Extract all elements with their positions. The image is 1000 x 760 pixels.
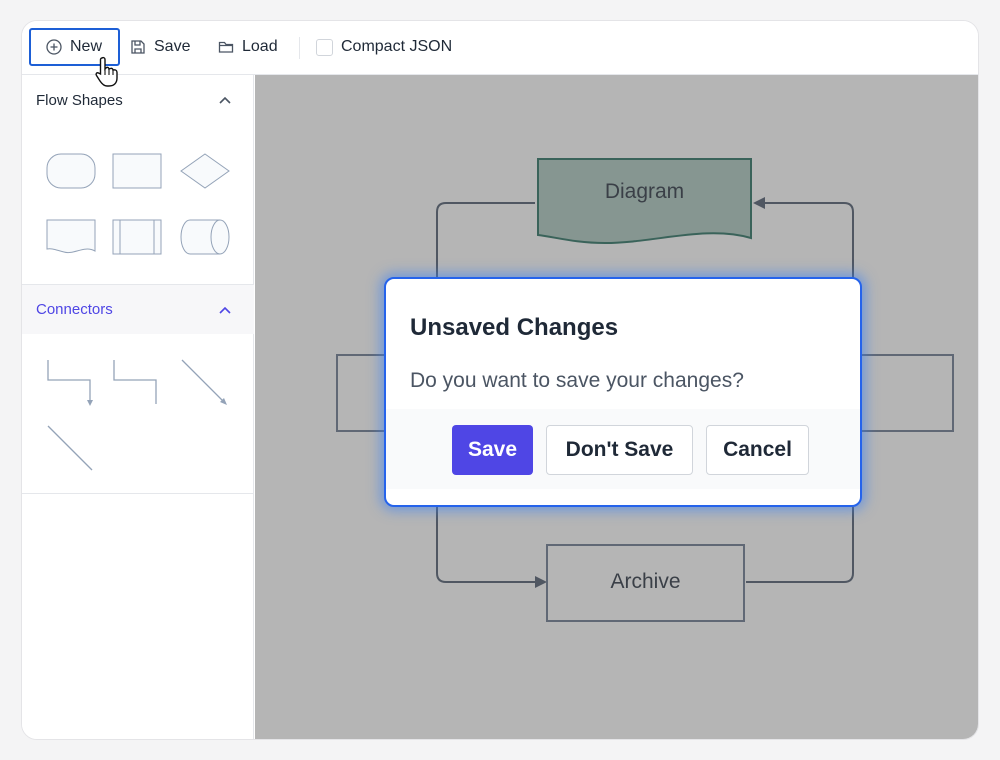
app-window: New Save Load Compact JSON Flow Shapes C… bbox=[21, 20, 979, 740]
terminator-shape[interactable] bbox=[44, 149, 98, 193]
straight-line-connector[interactable] bbox=[44, 424, 98, 474]
toolbar: New Save Load Compact JSON bbox=[22, 21, 978, 75]
connectors-header[interactable]: Connectors bbox=[22, 284, 254, 334]
dont-save-button[interactable]: Don't Save bbox=[546, 425, 693, 475]
flow-shapes-title: Flow Shapes bbox=[36, 91, 123, 109]
flow-shapes-grid bbox=[22, 145, 254, 265]
unsaved-changes-dialog: Unsaved Changes Do you want to save your… bbox=[384, 277, 862, 507]
process-shape[interactable] bbox=[110, 149, 164, 193]
predefined-process-shape[interactable] bbox=[110, 215, 164, 259]
chevron-up-icon[interactable] bbox=[218, 305, 232, 315]
cylinder-shape[interactable] bbox=[178, 215, 232, 259]
floppy-disk-icon bbox=[131, 40, 145, 54]
chevron-up-icon[interactable] bbox=[218, 95, 232, 105]
dialog-save-button[interactable]: Save bbox=[452, 425, 533, 475]
connectors-grid bbox=[22, 334, 254, 494]
dialog-title: Unsaved Changes bbox=[410, 314, 619, 341]
document-shape[interactable] bbox=[44, 215, 98, 259]
load-button[interactable]: Load bbox=[218, 28, 278, 66]
load-button-label: Load bbox=[242, 38, 278, 55]
flow-shapes-header[interactable]: Flow Shapes bbox=[22, 75, 254, 125]
straight-arrow-connector[interactable] bbox=[178, 358, 232, 408]
dialog-footer: Save Don't Save Cancel bbox=[386, 409, 860, 489]
cancel-button[interactable]: Cancel bbox=[706, 425, 809, 475]
dialog-message: Do you want to save your changes? bbox=[410, 369, 744, 392]
decision-shape[interactable] bbox=[178, 149, 232, 193]
toolbar-divider bbox=[299, 37, 300, 59]
hand-cursor-icon bbox=[95, 56, 118, 87]
save-button[interactable]: Save bbox=[130, 28, 190, 66]
compact-json-toggle[interactable]: Compact JSON bbox=[316, 28, 452, 66]
elbow-arrow-connector[interactable] bbox=[44, 358, 98, 408]
connectors-title: Connectors bbox=[36, 301, 113, 318]
shape-library-sidebar: Flow Shapes Connectors bbox=[22, 75, 254, 739]
plus-circle-icon bbox=[46, 39, 62, 55]
compact-json-checkbox[interactable] bbox=[316, 38, 333, 56]
elbow-connector[interactable] bbox=[110, 358, 164, 408]
folder-icon bbox=[218, 41, 234, 53]
save-button-label: Save bbox=[154, 38, 191, 55]
compact-json-label: Compact JSON bbox=[341, 38, 453, 55]
new-button-label: New bbox=[70, 38, 103, 55]
